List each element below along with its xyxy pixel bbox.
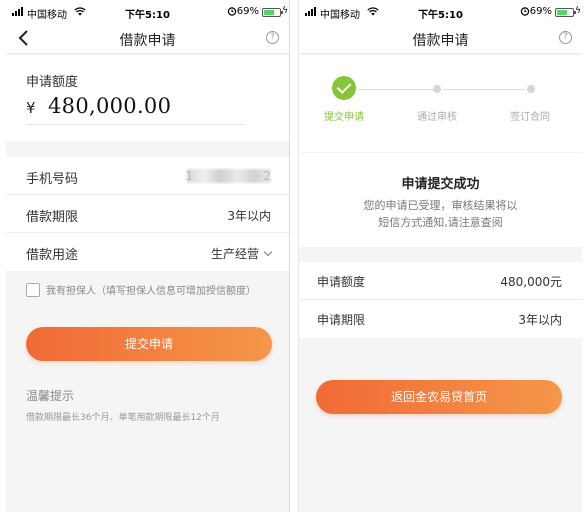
purpose-select[interactable]: 借款用途 生产经营 [6, 233, 289, 271]
summary-amount-value: 480,000元 [500, 275, 562, 289]
nav-bar: 借款申请 ? [6, 24, 289, 54]
term-row[interactable]: 借款期限 3年以内 [6, 195, 289, 233]
step-connector [357, 89, 434, 90]
phone-row: 手机号码 1 2 [6, 157, 289, 195]
term-label: 借款期限 [26, 210, 79, 225]
charging-icon: ϟ [282, 6, 288, 16]
application-summary: 申请额度 480,000元 申请期限 3年以内 [299, 262, 582, 338]
currency-symbol: ¥ [26, 99, 36, 117]
page-title: 借款申请 [412, 33, 469, 49]
amount-label: 申请额度 [26, 75, 79, 90]
application-success-screen: 中国移动 下午5:10 69% ϟ 借款申请 ? 提交申请 通过审核 签订合同 … [299, 0, 582, 512]
status-bar: 中国移动 下午5:10 69% ϟ [299, 0, 582, 24]
success-line-2: 短信方式通知,请注意查阅 [378, 216, 503, 229]
nav-bar: 借款申请 ? [299, 24, 582, 54]
summary-amount-row: 申请额度 480,000元 [299, 262, 582, 300]
term-value: 3年以内 [227, 209, 271, 223]
step-label-review: 通过审核 [417, 112, 457, 123]
help-icon[interactable]: ? [559, 31, 572, 44]
amount-card: 申请额度 ¥ 480,000.00 [6, 55, 289, 141]
screen-divider [289, 0, 299, 512]
status-bar: 中国移动 下午5:10 69% ϟ [6, 0, 289, 24]
step-connector [442, 89, 526, 90]
guarantor-text: 我有担保人（填写担保人信息可增加授信额度） [46, 286, 256, 297]
battery-percent: 69% [236, 6, 259, 17]
summary-term-label: 申请期限 [317, 313, 366, 327]
guarantor-checkbox[interactable] [26, 282, 40, 297]
summary-term-value: 3年以内 [518, 313, 562, 327]
check-circle-icon [332, 76, 356, 100]
battery-icon [555, 8, 576, 17]
chevron-down-icon [263, 247, 273, 257]
progress-steps: 提交申请 通过审核 签订合同 [299, 55, 582, 152]
success-message-card: 申请提交成功 您的申请已受理，审核结果将以 短信方式通知,请注意查阅 [299, 153, 582, 247]
charging-icon: ϟ [575, 6, 581, 16]
tips-title: 温馨提示 [26, 389, 75, 403]
step-dot-review [433, 85, 441, 93]
page-title: 借款申请 [119, 33, 176, 49]
phone-value-start: 1 [185, 169, 193, 183]
step-dot-contract [527, 85, 535, 93]
battery-icon [262, 8, 283, 17]
step-label-submit: 提交申请 [324, 112, 364, 123]
battery-percent: 69% [529, 6, 552, 17]
amount-input[interactable]: ¥ 480,000.00 [26, 94, 244, 125]
phone-value-end: 2 [263, 169, 271, 183]
step-label-contract: 签订合同 [510, 112, 550, 123]
submit-application-button[interactable]: 提交申请 [26, 327, 272, 361]
phone-value-masked [187, 169, 271, 183]
alarm-icon [227, 7, 237, 16]
alarm-icon [520, 7, 530, 16]
summary-amount-label: 申请额度 [317, 275, 366, 289]
success-description: 您的申请已受理，审核结果将以 短信方式通知,请注意查阅 [299, 197, 582, 231]
purpose-value-wrap: 生产经营 [210, 245, 273, 262]
purpose-label: 借款用途 [26, 248, 79, 263]
success-title: 申请提交成功 [401, 177, 480, 192]
amount-value: 480,000.00 [48, 94, 172, 118]
phone-label: 手机号码 [26, 172, 79, 187]
loan-application-form-screen: 中国移动 下午5:10 69% ϟ 借款申请 ? 申请额度 ¥ 480,000.… [6, 0, 289, 512]
purpose-value: 生产经营 [210, 247, 259, 261]
loan-details-form: 手机号码 1 2 借款期限 3年以内 借款用途 生产经营 [6, 157, 289, 271]
guarantor-option[interactable]: 我有担保人（填写担保人信息可增加授信额度） [26, 282, 256, 297]
tips-text: 借款期限最长36个月、单笔用款期限最长12个月 [26, 413, 220, 423]
success-line-1: 您的申请已受理，审核结果将以 [363, 199, 518, 212]
summary-term-row: 申请期限 3年以内 [299, 300, 582, 338]
return-home-button[interactable]: 返回金农易贷首页 [316, 380, 562, 414]
help-icon[interactable]: ? [266, 31, 279, 44]
